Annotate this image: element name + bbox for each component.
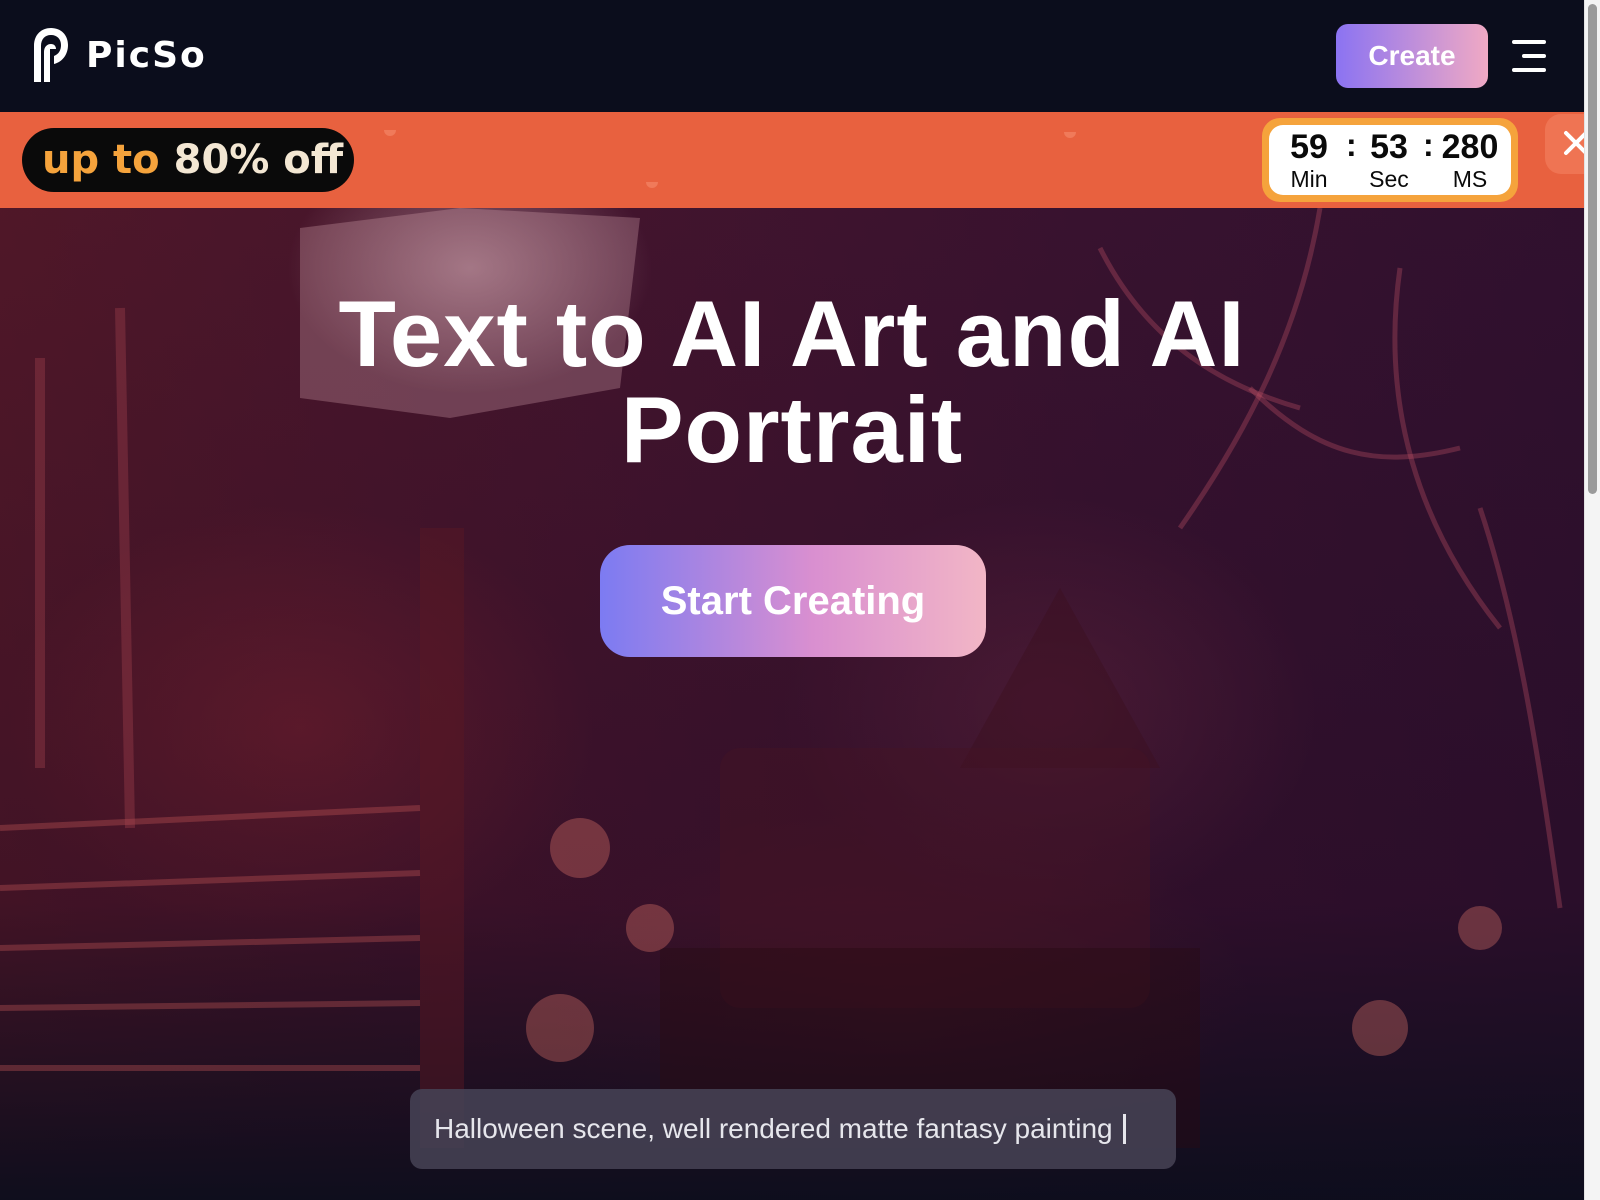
- menu-line-middle: [1522, 54, 1546, 58]
- countdown-minutes: 59: [1290, 128, 1328, 166]
- top-navigation-bar: PicSo Create: [0, 0, 1584, 112]
- countdown-separator: :: [1423, 127, 1434, 163]
- decorative-dot: [384, 130, 396, 136]
- countdown-panel: 59 : 53 : 280 Min Sec MS: [1269, 125, 1511, 195]
- countdown-seconds: 53: [1370, 128, 1408, 166]
- scrollbar-thumb[interactable]: [1588, 4, 1597, 494]
- hero-title-line-1: Text to AI Art and AI: [338, 281, 1246, 386]
- close-icon[interactable]: [1545, 114, 1584, 174]
- hero-section: Text to AI Art and AI Portrait Start Cre…: [0, 208, 1584, 1200]
- menu-line-bottom: [1512, 68, 1546, 72]
- hero-title: Text to AI Art and AI Portrait: [0, 286, 1584, 478]
- countdown-separator: :: [1346, 127, 1357, 163]
- promo-banner[interactable]: up to 80% off 59 : 53 : 280 Min Sec MS: [0, 112, 1584, 208]
- picso-landing-page: PicSo Create up to 80% off 59 : 53 : 280…: [0, 0, 1600, 1200]
- logo-text: PicSo: [86, 34, 207, 76]
- create-button[interactable]: Create: [1336, 24, 1488, 88]
- prompt-example-box[interactable]: Halloween scene, well rendered matte fan…: [410, 1089, 1176, 1169]
- countdown-ms-label: MS: [1452, 166, 1488, 192]
- page-scrollbar[interactable]: [1584, 0, 1600, 1200]
- start-creating-button[interactable]: Start Creating: [600, 545, 986, 657]
- countdown-min-label: Min: [1290, 166, 1328, 192]
- text-cursor: [1122, 1114, 1126, 1144]
- prompt-example-text: Halloween scene, well rendered matte fan…: [434, 1113, 1113, 1144]
- hero-title-line-2: Portrait: [620, 377, 964, 482]
- discount-amount: 80% off: [173, 137, 344, 183]
- menu-icon[interactable]: [1508, 36, 1548, 76]
- countdown-sec-label: Sec: [1369, 166, 1409, 192]
- picso-logo-icon: [34, 28, 68, 82]
- discount-pill[interactable]: up to 80% off: [22, 128, 354, 192]
- decorative-dot: [1064, 132, 1076, 138]
- countdown-timer: 59 : 53 : 280 Min Sec MS: [1262, 118, 1518, 202]
- close-icon-glyph: [1564, 131, 1584, 155]
- picso-logo[interactable]: PicSo: [30, 26, 207, 84]
- decorative-dot: [646, 182, 658, 188]
- menu-line-top: [1512, 40, 1546, 44]
- countdown-milliseconds: 280: [1441, 128, 1499, 166]
- discount-lead-text: up to: [42, 137, 160, 183]
